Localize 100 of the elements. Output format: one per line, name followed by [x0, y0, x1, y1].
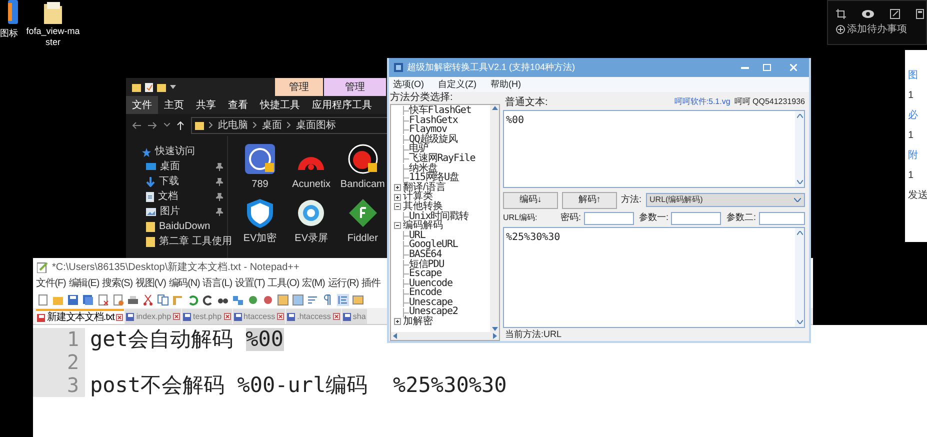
tree-item[interactable]: Unescape2 — [409, 307, 458, 318]
scroll-down-icon — [796, 320, 802, 324]
ribbon-tab[interactable]: 共享 — [190, 96, 222, 114]
menu-item[interactable]: 自定义(Z) — [438, 78, 476, 92]
context-tab[interactable]: 管理 — [275, 78, 323, 96]
nav-label: 文档 — [158, 191, 179, 203]
notepad-icon — [37, 262, 48, 272]
result-text-area[interactable]: %25%30%30 — [503, 227, 805, 328]
save-icon — [37, 314, 45, 322]
scroll-left-icon — [393, 333, 397, 339]
parameter-field[interactable] — [759, 212, 805, 224]
tree-item[interactable]: 飞速网RayFile — [409, 154, 476, 164]
tree-item[interactable]: 115网络U盘 — [409, 173, 459, 183]
ribbon-tab[interactable]: 快捷工具 — [254, 96, 306, 114]
nav-item[interactable]: 文档 — [126, 191, 227, 203]
nav-item[interactable]: BaiduDown — [126, 221, 227, 233]
nav-item[interactable]: 下载 — [126, 176, 227, 188]
tab-label: .htaccess — [297, 310, 331, 322]
plain-text-area[interactable]: %00 — [503, 110, 805, 188]
menu-item[interactable]: 语言(L) — [202, 276, 232, 291]
tree-item[interactable]: Uuencode — [409, 278, 452, 288]
nav-label: 图片 — [160, 206, 181, 218]
tree-item[interactable]: Flaymov — [409, 125, 447, 135]
address-bar[interactable]: 此电脑 桌面 桌面图标 — [191, 116, 390, 134]
star-icon — [142, 148, 151, 156]
file-label[interactable]: Bandicam — [340, 177, 385, 192]
parameter-field[interactable] — [671, 212, 722, 224]
tree-item[interactable]: Encode — [409, 288, 442, 298]
tree-item[interactable]: 纳米盘 — [409, 164, 438, 174]
tree-item[interactable]: QQ超级旋风 — [409, 134, 458, 144]
menu-item[interactable]: 插件 — [362, 276, 380, 291]
file-label[interactable]: EV录屏 — [294, 231, 328, 246]
crop-icon — [836, 9, 846, 19]
panel-link[interactable]: 图 — [908, 70, 927, 82]
tree-item[interactable]: 翻译/语言 — [403, 182, 446, 192]
breadcrumb-item[interactable]: 桌面图标 — [296, 118, 336, 132]
save-all-icon — [82, 294, 94, 306]
password-field[interactable] — [584, 212, 634, 224]
eye-icon — [862, 10, 874, 18]
document-icon — [145, 82, 153, 92]
arc-icon — [297, 156, 326, 170]
tree-item[interactable]: 编码解码 — [403, 221, 443, 231]
tree-item[interactable]: Unescape — [409, 298, 452, 308]
tree-item[interactable]: 其他转换 — [403, 202, 443, 212]
close-icon — [224, 313, 231, 320]
document-icon — [146, 192, 154, 202]
ribbon-tab[interactable]: 查看 — [222, 96, 254, 114]
app-icon — [8, 0, 18, 24]
menu-item[interactable]: 选项(O) — [393, 78, 424, 92]
menu-item[interactable]: 文件(F) — [36, 276, 66, 291]
menu-item[interactable]: 编码(N) — [168, 276, 200, 291]
nav-item[interactable]: 桌面 — [126, 161, 227, 173]
field-label: 方法: — [621, 193, 642, 206]
file-label[interactable]: Fiddler — [347, 231, 378, 246]
menu-item[interactable]: 运行(R) — [328, 276, 359, 291]
app-icon — [394, 63, 403, 72]
tree-item[interactable]: BASE64 — [409, 250, 442, 260]
tree-item[interactable]: URL — [409, 230, 426, 240]
context-tab[interactable]: 管理 — [324, 78, 386, 96]
decode-button[interactable]: 解码↑ — [562, 192, 617, 208]
menu-item[interactable]: 宏(M) — [302, 276, 325, 291]
tree-item[interactable]: FlashGetx — [409, 116, 458, 126]
ribbon-tab[interactable]: 应用程序工具 — [306, 96, 378, 114]
nav-item[interactable]: 图片 — [126, 206, 227, 218]
nav-item[interactable]: 快速访问 — [126, 146, 227, 158]
file-label[interactable]: Acunetix — [292, 177, 330, 192]
menu-item[interactable]: 帮助(H) — [490, 78, 521, 92]
menu-item[interactable]: 工具(O) — [268, 276, 300, 291]
tree-item[interactable]: GoogleURL — [409, 240, 458, 250]
tree-item[interactable]: 短信PDU — [409, 260, 444, 270]
tree-item[interactable]: 加解密 — [403, 317, 433, 327]
record-icon — [348, 144, 378, 174]
edit-icon — [890, 9, 900, 19]
file-label[interactable]: EV加密 — [243, 231, 277, 246]
tree-item[interactable]: Escape — [409, 269, 442, 279]
scroll-down-icon — [796, 180, 802, 184]
encode-button[interactable]: 编码↓ — [503, 192, 558, 208]
menu-item[interactable]: 搜索(S) — [102, 276, 132, 291]
calculator-icon — [916, 9, 924, 19]
ribbon-tab[interactable]: 主页 — [158, 96, 190, 114]
file-label[interactable]: 789 — [252, 177, 268, 192]
save-icon — [287, 312, 296, 320]
tree-item[interactable]: 计算类 — [403, 192, 433, 202]
menu-item[interactable]: 视图(V) — [135, 276, 166, 291]
menu-item[interactable]: 设置(T) — [234, 276, 265, 291]
forward-arrow-icon — [148, 122, 157, 128]
method-dropdown[interactable]: URL(编码解码) — [646, 193, 805, 207]
ribbon-tab[interactable]: 文件 — [126, 96, 158, 114]
website-link[interactable]: 呵呵软件:5.1.vg — [674, 96, 730, 108]
panel-link[interactable]: 附 — [908, 150, 927, 162]
tree-item[interactable]: 电驴 — [409, 144, 428, 154]
chevron-right-icon — [209, 122, 213, 128]
close-icon — [332, 313, 340, 320]
add-todo-link[interactable]: 添加待办事项 — [847, 24, 907, 35]
panel-link[interactable]: 必 — [908, 110, 927, 122]
tab-label: test.php — [193, 310, 222, 322]
breadcrumb-item[interactable]: 此电脑 — [218, 118, 248, 132]
breadcrumb-item[interactable]: 桌面 — [262, 118, 282, 132]
menu-item[interactable]: 编辑(E) — [68, 276, 100, 291]
file-tab[interactable]: 新建文本文档.txt — [36, 309, 124, 324]
